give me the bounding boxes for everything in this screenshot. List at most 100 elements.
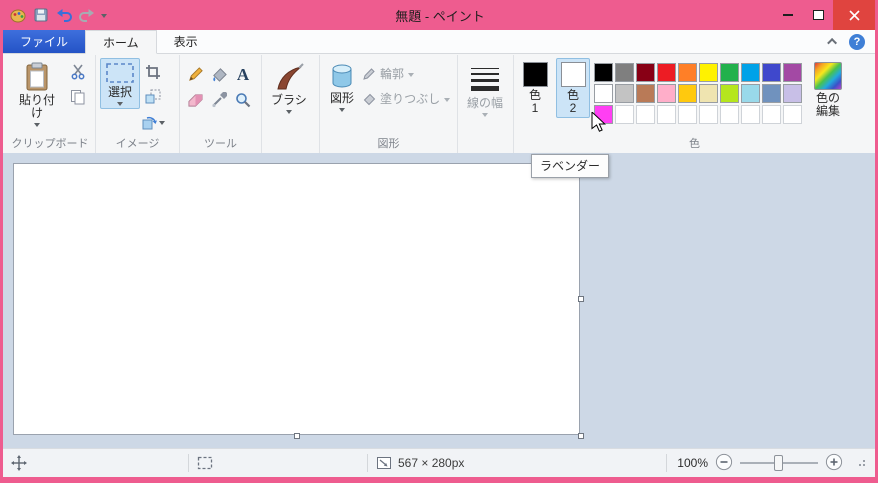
shapes-button[interactable]: 図形: [324, 58, 360, 115]
help-icon[interactable]: ?: [849, 33, 865, 50]
cut-button[interactable]: [65, 60, 91, 84]
color-swatch-empty[interactable]: [699, 105, 718, 124]
shape-style-options: 輪郭 塗りつぶし: [360, 62, 452, 111]
maximize-icon: [812, 10, 824, 20]
cursor-position-segment: [3, 449, 188, 477]
minimize-button[interactable]: [773, 0, 803, 30]
titlebar: 無題 - ペイント: [3, 0, 875, 30]
clipboard-group-label: クリップボード: [11, 138, 89, 150]
color-swatch[interactable]: [783, 63, 802, 82]
color2-label: 色 2: [566, 88, 579, 115]
collapse-ribbon-icon[interactable]: [827, 37, 838, 48]
color-swatch[interactable]: [699, 84, 718, 103]
selection-rectangle-icon: [106, 63, 134, 83]
copy-button[interactable]: [65, 85, 91, 109]
magnifier-button[interactable]: [232, 88, 254, 112]
line-width-button[interactable]: 線の幅: [462, 58, 508, 120]
color1-swatch: [522, 62, 548, 87]
paste-dropdown-icon: [34, 123, 40, 127]
text-tool-icon: A: [236, 64, 250, 84]
color-swatch-empty[interactable]: [636, 105, 655, 124]
selection-size-segment: [189, 449, 367, 477]
maximize-button[interactable]: [803, 0, 833, 30]
color-swatch[interactable]: [657, 63, 676, 82]
color-swatch[interactable]: [594, 63, 613, 82]
color-swatch-empty[interactable]: [741, 105, 760, 124]
canvas-size-icon: [377, 457, 391, 469]
zoom-out-button[interactable]: [715, 453, 733, 474]
shapes-group-label: 図形: [377, 138, 400, 150]
resize-grip[interactable]: [850, 457, 869, 470]
colors-wrap: 色 1 色 2 色の 編集: [518, 58, 850, 124]
text-tool-button[interactable]: A: [232, 62, 254, 86]
canvas-resize-handle-corner[interactable]: [578, 433, 584, 439]
paste-button[interactable]: 貼り付け: [9, 58, 65, 130]
resize-button[interactable]: [140, 85, 166, 109]
tab-view[interactable]: 表示: [157, 30, 215, 53]
status-bar: 567 × 280px 100%: [3, 448, 875, 477]
tab-home[interactable]: ホーム: [85, 30, 157, 54]
selection-size-icon: [197, 456, 213, 470]
save-icon[interactable]: [32, 6, 50, 24]
outline-dropdown-icon: [408, 72, 415, 77]
pencil-button[interactable]: [184, 62, 206, 86]
color-swatch[interactable]: [741, 84, 760, 103]
drawing-canvas[interactable]: [13, 163, 580, 435]
color-swatch[interactable]: [699, 63, 718, 82]
color-swatch[interactable]: [762, 63, 781, 82]
colors-group-label: 色: [689, 138, 700, 150]
outline-button[interactable]: 輪郭: [360, 62, 452, 86]
edit-colors-button[interactable]: 色の 編集: [806, 58, 850, 121]
eyedropper-button[interactable]: [208, 88, 230, 112]
rotate-button[interactable]: [140, 110, 166, 134]
tab-file[interactable]: ファイル: [3, 30, 86, 53]
redo-icon[interactable]: [78, 6, 96, 24]
undo-icon[interactable]: [55, 6, 73, 24]
rotate-icon: [142, 116, 157, 130]
brushes-button[interactable]: ブラシ: [266, 58, 312, 117]
scissors-icon: [71, 64, 85, 80]
zoom-in-button[interactable]: [825, 453, 843, 474]
color-swatch-empty[interactable]: [762, 105, 781, 124]
eraser-button[interactable]: [184, 88, 206, 112]
color-swatch-empty[interactable]: [678, 105, 697, 124]
color-swatch[interactable]: [594, 84, 613, 103]
group-clipboard: 貼り付け クリップボード: [5, 55, 95, 153]
canvas-resize-handle-right[interactable]: [578, 296, 584, 302]
color1-button[interactable]: 色 1: [518, 58, 552, 118]
fill-bucket-button[interactable]: [208, 62, 230, 86]
color-swatch[interactable]: [615, 63, 634, 82]
color-swatch[interactable]: [678, 63, 697, 82]
shape-fill-button[interactable]: 塗りつぶし: [360, 87, 452, 111]
color-swatch-empty[interactable]: [657, 105, 676, 124]
zoom-slider-thumb[interactable]: [774, 455, 783, 471]
paint-app-icon[interactable]: [9, 6, 27, 24]
color-swatch[interactable]: [720, 84, 739, 103]
color-swatch-empty[interactable]: [720, 105, 739, 124]
color-tooltip: ラベンダー: [531, 154, 610, 178]
zoom-slider[interactable]: [740, 455, 818, 471]
color-swatch[interactable]: [762, 84, 781, 103]
color2-button[interactable]: 色 2: [556, 58, 590, 118]
color-swatch[interactable]: [615, 84, 634, 103]
resize-grip-icon: [859, 459, 865, 466]
canvas-resize-handle-bottom[interactable]: [294, 433, 300, 439]
color-swatch-empty[interactable]: [615, 105, 634, 124]
color-swatch[interactable]: [720, 63, 739, 82]
color-swatch[interactable]: [636, 63, 655, 82]
color-swatch-empty[interactable]: [783, 105, 802, 124]
color-swatch[interactable]: [636, 84, 655, 103]
color-swatch[interactable]: [657, 84, 676, 103]
color-swatch[interactable]: [741, 63, 760, 82]
color-swatch[interactable]: [678, 84, 697, 103]
select-dropdown-icon: [117, 102, 123, 106]
color-swatch[interactable]: [783, 84, 802, 103]
tabbar-right-controls: ?: [827, 30, 875, 53]
close-button[interactable]: [833, 0, 875, 30]
select-label: 選択: [107, 85, 132, 99]
tools-grid: A: [184, 62, 254, 112]
crop-button[interactable]: [140, 60, 166, 84]
outline-label: 輪郭: [380, 66, 405, 81]
color-palette: [594, 63, 802, 124]
select-button[interactable]: 選択: [100, 58, 140, 109]
